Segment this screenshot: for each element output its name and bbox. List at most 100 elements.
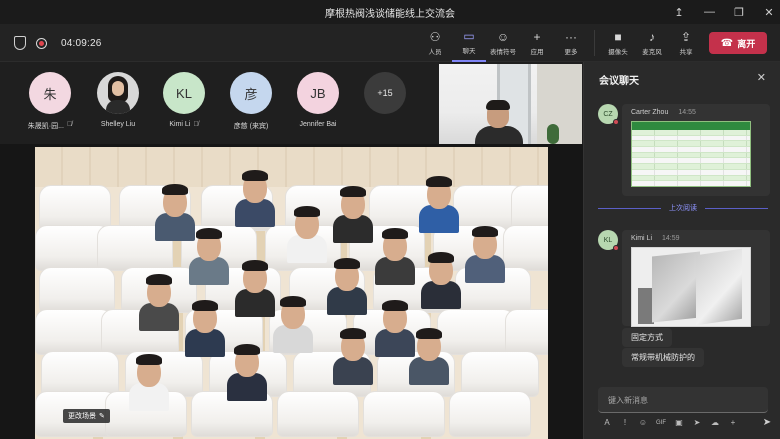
chat-label: 聊天	[462, 48, 476, 55]
participant-tile[interactable]: JB Jennifer Bai	[283, 72, 353, 128]
change-scene-label: 更改场景	[68, 413, 96, 420]
participant-tile[interactable]: 朱 朱晟凯·园... 🎙̸	[15, 72, 85, 131]
attendee	[407, 327, 451, 387]
attendee	[373, 227, 417, 287]
attendee	[183, 299, 227, 359]
more-actions-icon[interactable]: +	[728, 418, 738, 427]
chat-button[interactable]: ▭ 聊天	[452, 24, 486, 62]
meeting-timer: 04:09:26	[61, 37, 102, 49]
chat-icon: ▭	[463, 29, 475, 43]
toolbar-actions: ⚇ 人员 ▭ 聊天 ☺ 表情符号 + 应用 ··· 更多 ■ 摄像头 ♪ 麦克风	[418, 24, 703, 62]
last-read-divider: 上次阅读	[598, 203, 768, 213]
participant-name: 彦慈 (来宾)	[233, 123, 269, 130]
people-button[interactable]: ⚇ 人员	[418, 24, 452, 62]
attendee	[419, 251, 463, 311]
close-chat-icon[interactable]: ✕	[757, 71, 766, 84]
change-scene-button[interactable]: 更改场景 ✎	[63, 409, 110, 423]
attendee	[331, 185, 375, 245]
participant-name: Kimi Li	[169, 121, 191, 128]
popout-icon[interactable]: ↥	[674, 6, 684, 19]
participant-tile[interactable]: KL Kimi Li 🎙̸	[149, 72, 219, 128]
reactions-button[interactable]: ☺ 表情符号	[486, 24, 520, 62]
minimize-icon[interactable]: —	[704, 6, 715, 18]
share-button[interactable]: ⇪ 共享	[669, 24, 703, 62]
attendee	[325, 257, 369, 317]
camera-label: 摄像头	[608, 49, 628, 56]
apps-label: 应用	[530, 49, 544, 56]
share-label: 共享	[679, 49, 693, 56]
camera-icon: ■	[614, 30, 622, 44]
maximize-icon[interactable]: ❐	[734, 6, 744, 19]
attendee	[127, 353, 171, 413]
toolbar-divider	[594, 30, 595, 56]
send-icon[interactable]: ➤	[762, 417, 772, 428]
chat-message: CZ Carter Zhou 14:55	[598, 104, 770, 196]
attendee	[233, 169, 277, 229]
attendee	[187, 227, 231, 287]
emoji-icon[interactable]: ☺	[638, 418, 648, 427]
format-icon[interactable]: A	[602, 418, 612, 427]
camera-button[interactable]: ■ 摄像头	[601, 24, 635, 62]
leave-label: 离开	[737, 38, 756, 49]
sticker-icon[interactable]: ▣	[674, 418, 684, 427]
compose-toolbar: A ! ☺ GIF ▣ ➤ ☁ + ➤	[602, 417, 772, 428]
participant-tile[interactable]: 彦 彦慈 (来宾)	[216, 72, 286, 131]
emoji-icon: ☺	[496, 30, 510, 44]
pencil-icon: ✎	[99, 413, 105, 420]
window-title: 摩根热阀浅谈储能线上交流会	[325, 8, 455, 20]
more-label: 更多	[564, 49, 578, 56]
close-window-icon[interactable]: ✕	[764, 6, 774, 19]
participant-tile[interactable]: Shelley Liu	[83, 72, 153, 128]
chat-header: 会议聊天	[599, 76, 639, 87]
people-label: 人员	[428, 49, 442, 56]
schedule-icon[interactable]: ➤	[692, 418, 702, 427]
attendee	[285, 205, 329, 265]
message-bubble: Carter Zhou 14:55	[622, 104, 770, 196]
panel-photo-image[interactable]	[631, 247, 751, 327]
message-time: 14:59	[662, 235, 680, 242]
more-participants-button[interactable]: +15	[350, 72, 420, 114]
participant-name: Jennifer Bai	[299, 121, 337, 128]
meeting-chat-panel: 会议聊天 ✕ CZ Carter Zhou 14:55 上次阅读 KL Kimi …	[583, 62, 780, 439]
microphone-button[interactable]: ♪ 麦克风	[635, 24, 669, 62]
message-bubble: Kimi Li 14:59	[622, 230, 770, 327]
avatar: KL	[163, 72, 205, 114]
attendee	[271, 295, 315, 355]
attendee	[225, 343, 269, 403]
microphone-icon: ♪	[649, 30, 655, 44]
seat	[505, 309, 548, 355]
table-screenshot-image[interactable]	[631, 121, 751, 187]
seat	[277, 391, 359, 437]
message-author: Carter Zhou	[631, 109, 669, 116]
gif-icon[interactable]: GIF	[656, 420, 666, 426]
seat	[503, 225, 548, 271]
seat	[39, 267, 115, 313]
microphone-label: 麦克风	[642, 49, 662, 56]
more-button[interactable]: ··· 更多	[554, 24, 588, 62]
avatar: 彦	[230, 72, 272, 114]
window-controls: ↥ — ❐ ✕	[674, 0, 774, 24]
apps-button[interactable]: + 应用	[520, 24, 554, 62]
seat	[449, 391, 531, 437]
message-time: 14:55	[678, 109, 696, 116]
self-video-preview[interactable]	[439, 64, 582, 144]
attendee	[137, 273, 181, 333]
avatar: 朱	[29, 72, 71, 114]
mic-off-icon: 🎙̸	[66, 121, 73, 128]
attendee	[331, 327, 375, 387]
phone-hangup-icon: ☎	[720, 37, 734, 49]
title-bar: 摩根热阀浅谈储能线上交流会 ↥ — ❐ ✕	[0, 0, 780, 24]
cloud-icon[interactable]: ☁	[710, 418, 720, 427]
mic-off-icon: 🎙̸	[193, 121, 199, 128]
share-icon: ⇪	[680, 30, 692, 44]
recording-icon	[36, 37, 47, 49]
meeting-toolbar: 04:09:26 ⚇ 人员 ▭ 聊天 ☺ 表情符号 + 应用 ··· 更多 ■ …	[0, 24, 780, 62]
people-icon: ⚇	[429, 30, 441, 44]
apps-icon: +	[533, 30, 541, 44]
chat-compose-input[interactable]: 键入新消息	[598, 387, 768, 413]
participant-name: Shelley Liu	[100, 121, 136, 128]
shield-icon[interactable]	[14, 36, 26, 50]
chat-text-message: 固定方式	[622, 328, 672, 347]
important-icon[interactable]: !	[620, 418, 630, 427]
leave-button[interactable]: ☎ 离开	[709, 32, 767, 54]
